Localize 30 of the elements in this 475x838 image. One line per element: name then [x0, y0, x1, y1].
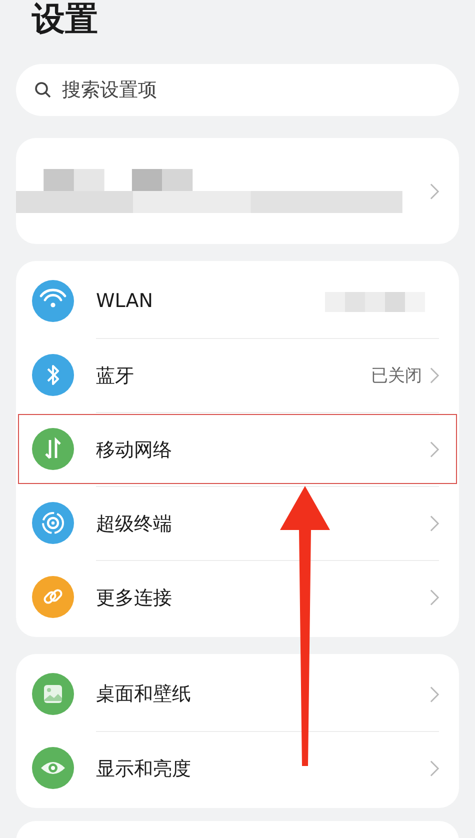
image-icon [32, 673, 74, 715]
search-field[interactable]: 搜索设置项 [16, 64, 459, 116]
status-text: 已关闭 [371, 365, 422, 387]
eye-icon [32, 747, 74, 789]
chevron-icon [430, 589, 439, 606]
settings-row[interactable]: 显示和亮度 [16, 731, 459, 805]
bluetooth-icon [32, 354, 74, 396]
setting-label: 超级终端 [96, 512, 173, 536]
setting-label: WLAN [96, 290, 154, 312]
chevron-icon [430, 515, 439, 532]
setting-label: 显示和亮度 [96, 756, 192, 782]
settings-row[interactable]: WLAN [16, 264, 459, 338]
setting-label: 移动网络 [96, 438, 173, 462]
wifi-icon [32, 280, 74, 322]
setting-label: 桌面和壁纸 [96, 682, 192, 707]
chevron-icon [430, 367, 439, 384]
account-card[interactable] [16, 138, 459, 244]
chevron-icon [430, 760, 439, 777]
settings-row[interactable]: 蓝牙 已关闭 [16, 338, 459, 412]
chevron-icon [430, 441, 439, 458]
link-icon [32, 576, 74, 618]
settings-row[interactable]: 桌面和壁纸 [16, 657, 459, 731]
chevron-icon [430, 182, 439, 200]
setting-label: 蓝牙 [96, 364, 135, 388]
rings-icon [32, 502, 74, 544]
setting-label: 更多连接 [96, 586, 173, 610]
chevron-icon [430, 686, 439, 702]
page-title: 设置 [32, 0, 99, 40]
arrows-icon [32, 428, 74, 470]
settings-row[interactable]: 移动网络 [16, 412, 459, 486]
